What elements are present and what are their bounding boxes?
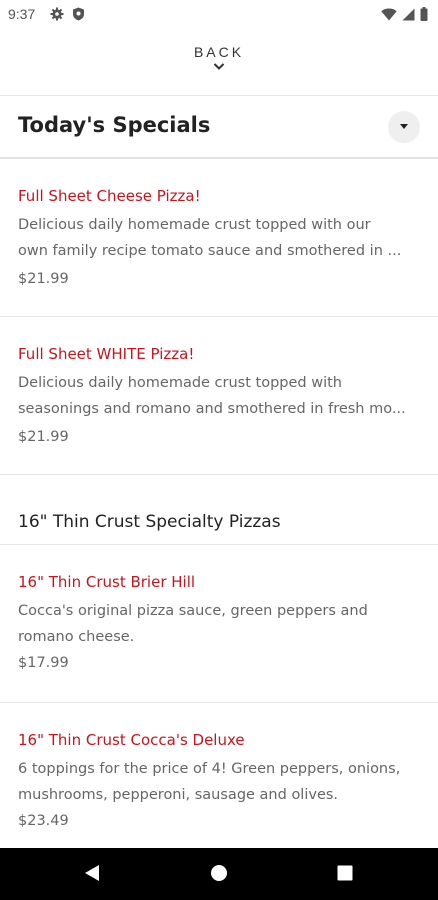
- home-circle-icon[interactable]: [210, 864, 228, 886]
- item-price: $21.99: [18, 429, 69, 445]
- back-label: BACK: [193, 44, 245, 60]
- menu-item[interactable]: 16" Thin Crust Brier Hill Cocca's origin…: [0, 545, 438, 702]
- gear-icon: [50, 7, 64, 21]
- status-bar: 9:37: [0, 0, 438, 30]
- menu-item[interactable]: Full Sheet WHITE Pizza! Delicious daily …: [0, 317, 438, 474]
- caret-down-icon: [400, 124, 408, 129]
- item-name: Full Sheet WHITE Pizza!: [18, 345, 195, 363]
- back-button[interactable]: BACK: [0, 44, 438, 86]
- recents-square-icon[interactable]: [337, 865, 353, 885]
- section-dropdown-button[interactable]: [388, 111, 420, 143]
- item-price: $23.49: [18, 813, 69, 829]
- back-triangle-icon[interactable]: [84, 864, 100, 886]
- item-description: 6 toppings for the price of 4! Green pep…: [18, 761, 401, 803]
- item-description: Delicious daily homemade crust topped wi…: [18, 375, 406, 417]
- section-header: Today's Specials: [0, 96, 438, 158]
- category-title: 16" Thin Crust Specialty Pizzas: [18, 512, 281, 532]
- item-description: Delicious daily homemade crust topped wi…: [18, 217, 402, 259]
- menu-item[interactable]: 16" Thin Crust Cocca's Deluxe 6 toppings…: [0, 703, 438, 848]
- item-price: $21.99: [18, 271, 69, 287]
- item-name: 16" Thin Crust Cocca's Deluxe: [18, 731, 245, 749]
- shield-icon: [72, 7, 85, 21]
- item-description: Cocca's original pizza sauce, green pepp…: [18, 603, 368, 645]
- chevron-down-icon: [213, 63, 225, 70]
- item-price: $17.99: [18, 655, 69, 671]
- status-time: 9:37: [8, 6, 36, 22]
- section-title: Today's Specials: [18, 113, 211, 137]
- system-nav-bar: [0, 848, 438, 900]
- divider: [0, 474, 438, 475]
- battery-icon: [420, 7, 428, 21]
- wifi-icon: [381, 8, 397, 21]
- item-name: Full Sheet Cheese Pizza!: [18, 187, 201, 205]
- menu-item[interactable]: Full Sheet Cheese Pizza! Delicious daily…: [0, 159, 438, 316]
- signal-icon: [402, 8, 415, 21]
- item-name: 16" Thin Crust Brier Hill: [18, 573, 196, 591]
